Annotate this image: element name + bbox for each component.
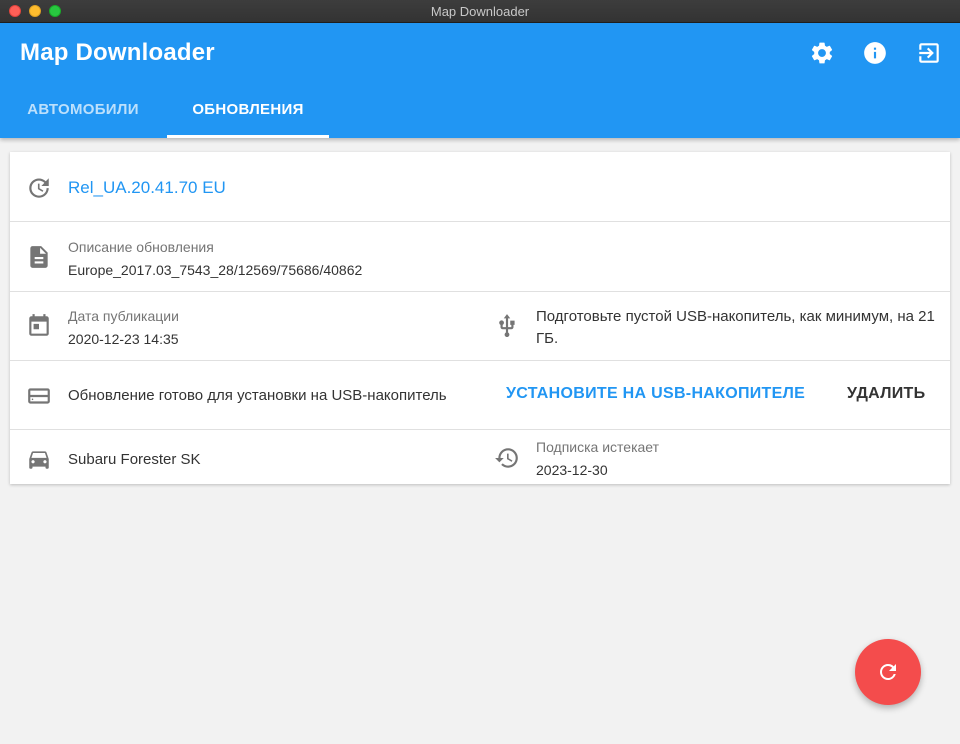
refresh-button[interactable] xyxy=(855,639,921,705)
usb-requirement-note: Подготовьте пустой USB-накопитель, как м… xyxy=(536,308,935,347)
gear-icon[interactable] xyxy=(809,40,835,66)
calendar-icon xyxy=(26,313,52,339)
description-value: Europe_2017.03_7543_28/12569/75686/40862 xyxy=(68,262,363,278)
car-icon xyxy=(26,446,52,472)
vehicle-row: Subaru Forester SK Подписка истекает 202… xyxy=(10,430,950,484)
release-row: Rel_UA.20.41.70 EU xyxy=(10,152,950,222)
tab-updates[interactable]: ОБНОВЛЕНИЯ xyxy=(167,89,329,138)
vehicle-name: Subaru Forester SK xyxy=(68,451,201,468)
tab-cars[interactable]: АВТОМОБИЛИ xyxy=(2,89,164,138)
subscription-value: 2023-12-30 xyxy=(536,462,608,478)
document-icon xyxy=(26,244,52,270)
install-status: Обновление готово для установки на USB-н… xyxy=(68,387,447,404)
publish-date-value: 2020-12-23 14:35 xyxy=(68,331,179,347)
description-label: Описание обновления xyxy=(68,239,214,255)
refresh-icon xyxy=(880,664,896,680)
install-to-usb-button[interactable]: УСТАНОВИТЕ НА USB-НАКОПИТЕЛЕ xyxy=(506,385,805,403)
description-row: Описание обновления Europe_2017.03_7543_… xyxy=(10,222,950,292)
app-title: Map Downloader xyxy=(20,39,215,66)
window-titlebar: Map Downloader xyxy=(0,0,960,23)
drive-icon xyxy=(26,383,52,409)
update-card: Rel_UA.20.41.70 EU Описание обновления E… xyxy=(10,152,950,484)
publish-date-label: Дата публикации xyxy=(68,308,179,324)
window-title: Map Downloader xyxy=(430,4,530,19)
publish-row: Дата публикации 2020-12-23 14:35 Подгото… xyxy=(10,292,950,361)
release-name[interactable]: Rel_UA.20.41.70 EU xyxy=(68,178,226,198)
history-icon xyxy=(494,445,520,471)
active-tab-indicator xyxy=(167,135,329,138)
install-row: Обновление готово для установки на USB-н… xyxy=(10,361,950,430)
subscription-label: Подписка истекает xyxy=(536,439,660,455)
exit-icon[interactable] xyxy=(916,40,942,66)
update-history-icon xyxy=(26,175,52,201)
app-bar: Map Downloader АВТОМОБИЛИ ОБНОВЛЕНИЯ xyxy=(0,23,960,138)
usb-icon xyxy=(494,313,520,339)
info-icon[interactable] xyxy=(862,40,888,66)
delete-button[interactable]: УДАЛИТЬ xyxy=(847,385,925,403)
